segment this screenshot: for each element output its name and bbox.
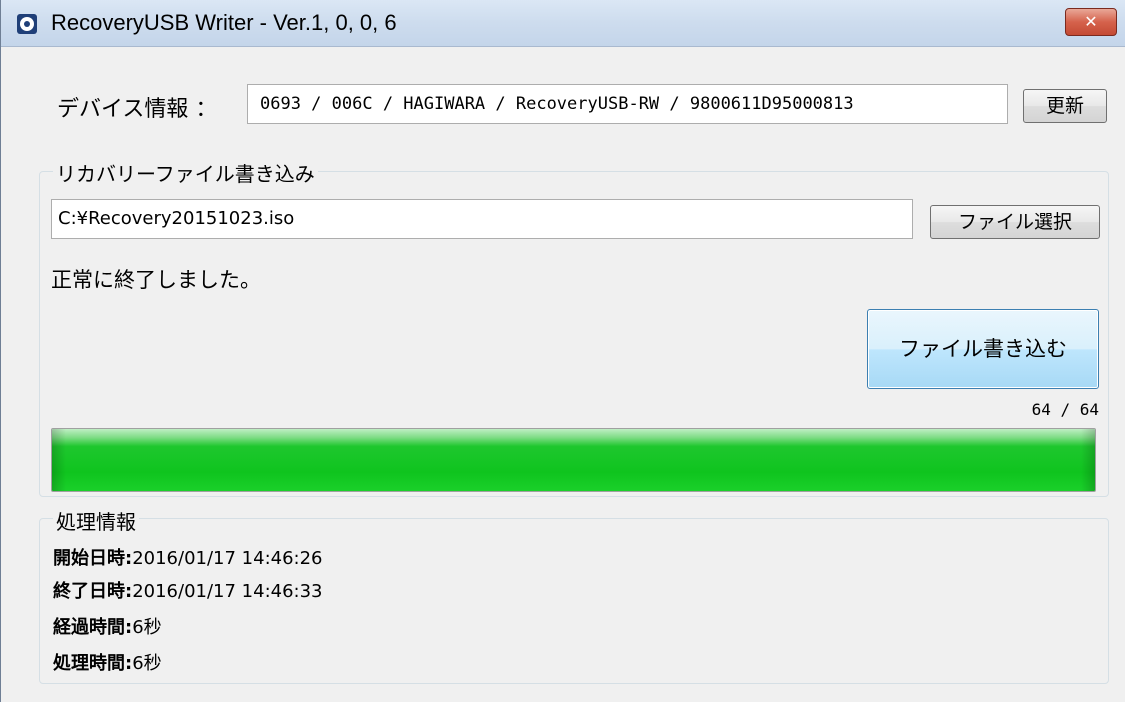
app-window: RecoveryUSB Writer - Ver.1, 0, 0, 6 ✕ デバ… — [0, 0, 1125, 702]
file-path-field[interactable]: C:¥Recovery20151023.iso — [51, 199, 913, 239]
info-line-elapsed: 経過時間:6秒 — [53, 613, 162, 639]
window-title: RecoveryUSB Writer - Ver.1, 0, 0, 6 — [51, 10, 397, 35]
info-key: 経過時間: — [53, 617, 133, 638]
file-select-button[interactable]: ファイル選択 — [930, 205, 1100, 239]
progress-bar-fill — [52, 429, 1095, 491]
file-write-button[interactable]: ファイル書き込む — [867, 309, 1099, 389]
info-key: 開始日時: — [53, 548, 133, 569]
progress-bar — [51, 428, 1096, 492]
info-line-start: 開始日時:2016/01/17 14:46:26 — [53, 544, 323, 570]
info-key: 終了日時: — [53, 581, 133, 602]
info-key: 処理時間: — [53, 653, 133, 674]
info-value: 2016/01/17 14:46:33 — [132, 581, 323, 602]
device-info-field[interactable]: 0693 / 006C / HAGIWARA / RecoveryUSB-RW … — [247, 84, 1008, 124]
status-message: 正常に終了しました。 — [51, 268, 261, 292]
info-line-end: 終了日時:2016/01/17 14:46:33 — [53, 577, 323, 603]
title-bar[interactable]: RecoveryUSB Writer - Ver.1, 0, 0, 6 ✕ — [1, 0, 1125, 47]
progress-count: 64 / 64 — [1031, 400, 1099, 419]
refresh-button[interactable]: 更新 — [1023, 89, 1107, 123]
info-value: 6秒 — [132, 653, 162, 674]
info-value: 2016/01/17 14:46:26 — [132, 548, 323, 569]
recovery-write-group-title: リカバリーファイル書き込み — [53, 158, 318, 187]
close-icon: ✕ — [1084, 12, 1098, 31]
info-line-processing: 処理時間:6秒 — [53, 649, 162, 675]
close-button[interactable]: ✕ — [1065, 8, 1117, 36]
app-icon — [17, 14, 37, 34]
processing-info-group-title: 処理情報 — [53, 506, 139, 535]
info-value: 6秒 — [132, 617, 162, 638]
device-info-label: デバイス情報 ： — [57, 97, 218, 122]
